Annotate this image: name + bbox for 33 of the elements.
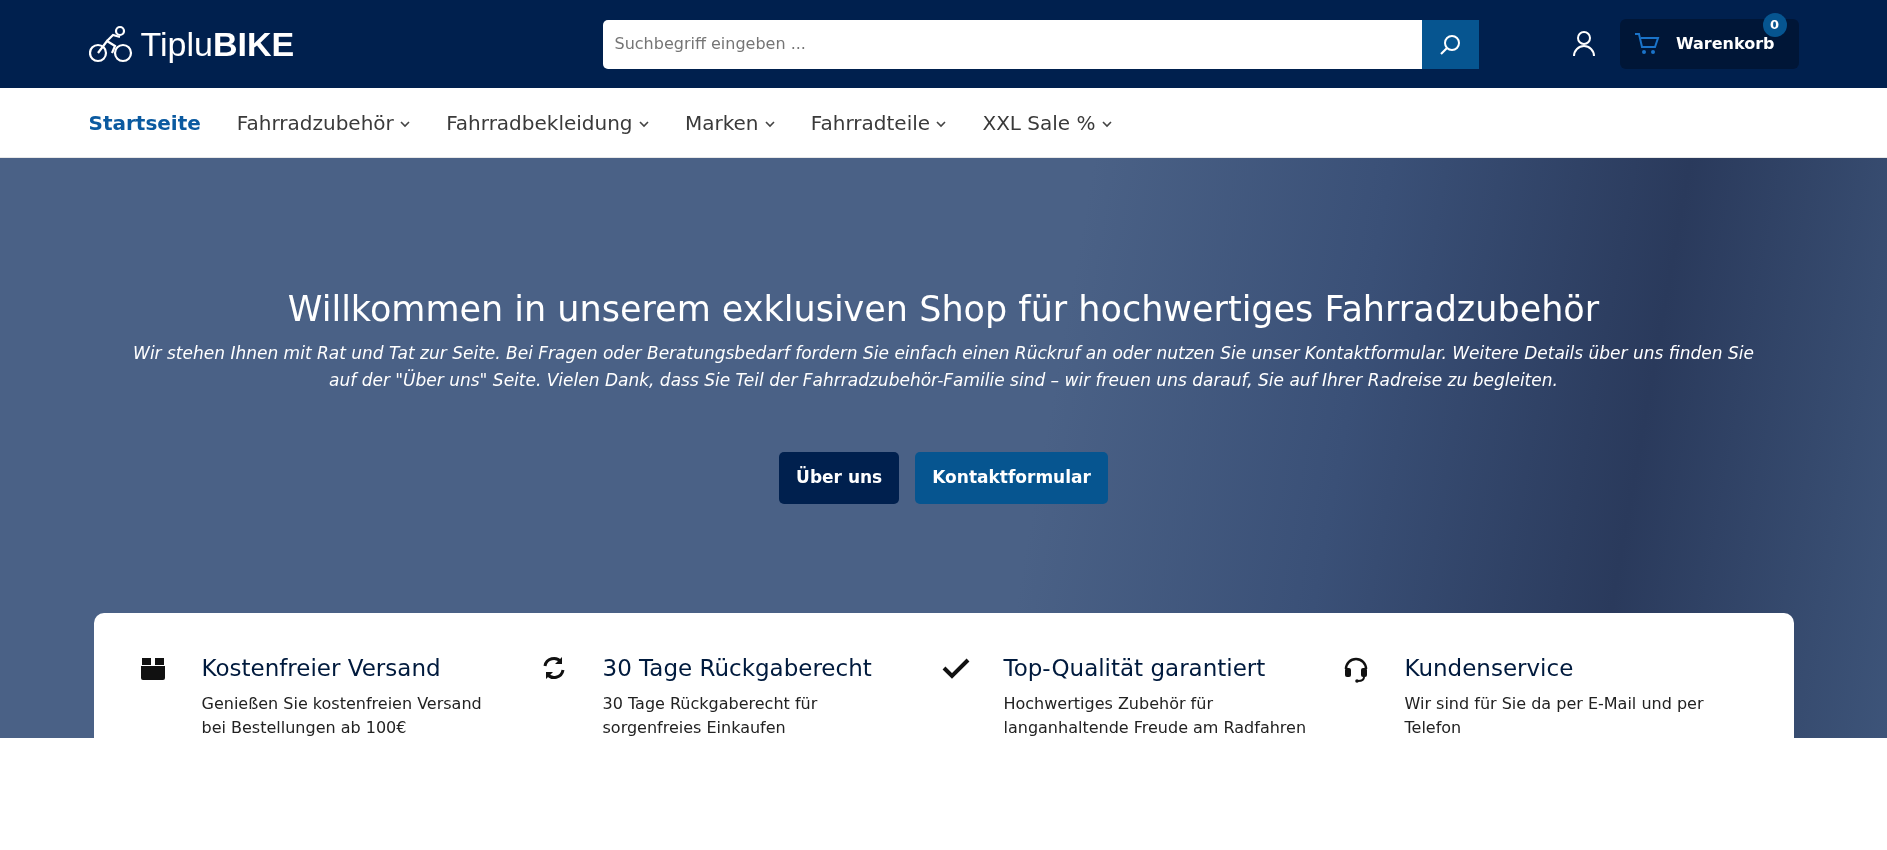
feature-text: Genießen Sie kostenfreien Versand bei Bestellungen ab 100€: [201, 692, 483, 740]
hero-button[interactable]: Kontaktformular: [915, 452, 1108, 504]
feature-title: Top-Qualität garantiert: [1003, 654, 1267, 683]
chevron-icon: [936, 120, 947, 128]
search-button[interactable]: [1421, 19, 1479, 69]
cart-count-badge: 0: [1762, 13, 1787, 37]
chevron-icon: [1101, 120, 1112, 128]
headset-icon: [1342, 655, 1369, 683]
bicycle-icon: [88, 24, 133, 64]
nav-link[interactable]: Fahrradbekleidung: [446, 107, 649, 138]
nav-link[interactable]: Marken: [684, 107, 775, 138]
nav-link[interactable]: Fahrradteile: [810, 107, 947, 138]
check-icon: [941, 656, 970, 679]
feature-text: 30 Tage Rückgaberecht für sorgenfreies Einkaufen: [602, 692, 819, 740]
chevron-icon: [400, 120, 411, 128]
feature-title: Kundenservice: [1404, 654, 1575, 683]
nav-link[interactable]: Fahrradzubehör: [236, 107, 411, 138]
chevron-icon: [764, 120, 775, 128]
hero-button[interactable]: Über uns: [779, 452, 900, 504]
hero-text: Wir stehen Ihnen mit Rat und Tat zur Seite. Bei Fragen oder Beratungsbedarf fordern Sie einfach einen Rückruf an oder nutzen Sie unser Kontaktformular. Weitere Details über uns finden Sie auf der "Über uns" Seite. Vielen Dank, dass Sie Teil der Fahrradzubehör-Familie sind – wir freuen uns darauf, Sie auf Ihrer Radreise zu begleiten.: [132, 342, 1755, 393]
feature-text: Hochwertiges Zubehör für langanhaltende Freude am Radfahren: [1003, 692, 1308, 740]
chevron-icon: [638, 120, 649, 128]
nav-link[interactable]: XXL Sale %: [982, 107, 1112, 138]
cart-icon: [1633, 32, 1660, 56]
user-icon[interactable]: [1571, 31, 1596, 57]
logo-text[interactable]: TipluBIKE: [140, 18, 295, 70]
nav-link[interactable]: Startseite: [88, 107, 201, 138]
hero-title: Willkommen in unserem exklusiven Shop für hochwertiges Fahrradzubehör: [286, 288, 1601, 330]
feature-text: Wir sind für Sie da per E-Mail und per Telefon: [1404, 692, 1705, 740]
box-icon: [139, 655, 166, 680]
feature-title: Kostenfreier Versand: [201, 654, 442, 683]
search-icon: [1439, 33, 1461, 56]
feature-title: 30 Tage Rückgaberecht: [602, 654, 873, 683]
